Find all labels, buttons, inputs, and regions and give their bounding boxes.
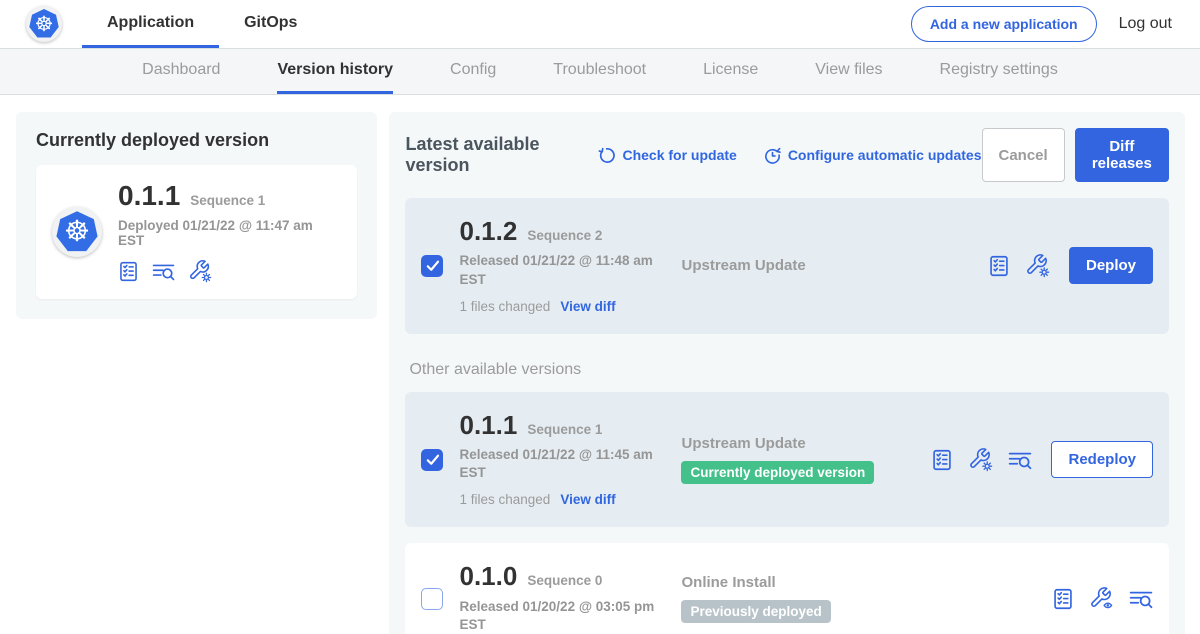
kubernetes-wheel-icon: ☸ [56, 211, 98, 253]
deployed-version-number: 0.1.1 [118, 181, 180, 210]
currently-deployed-title: Currently deployed version [36, 130, 357, 151]
version-checkbox[interactable] [421, 449, 443, 471]
check-for-update-link[interactable]: Check for update [597, 146, 736, 165]
preflight-checks-icon[interactable] [988, 255, 1010, 277]
version-card-0-1-1: 0.1.1 Sequence 1 Released 01/21/22 @ 11:… [405, 392, 1169, 528]
released-timestamp: Released 01/20/22 @ 03:05 pm EST [459, 598, 655, 634]
currently-deployed-panel: Currently deployed version ☸ 0.1.1 Seque… [16, 112, 377, 319]
config-view-icon[interactable] [1089, 586, 1114, 611]
config-gear-icon[interactable] [1025, 253, 1050, 278]
version-number: 0.1.2 [459, 218, 517, 245]
sequence-label: Sequence 0 [527, 573, 602, 588]
kubernetes-wheel-icon: ☸ [29, 9, 59, 39]
version-checkbox[interactable] [421, 255, 443, 277]
preflight-checks-icon[interactable] [1052, 588, 1074, 610]
subnav-license[interactable]: License [703, 49, 758, 94]
config-gear-icon[interactable] [968, 447, 993, 472]
subnav-troubleshoot[interactable]: Troubleshoot [553, 49, 646, 94]
deploy-button[interactable]: Deploy [1069, 247, 1153, 284]
view-logs-icon[interactable] [1129, 589, 1153, 609]
kubernetes-logo: ☸ [26, 6, 62, 42]
view-diff-link[interactable]: View diff [560, 492, 615, 507]
app-logo: ☸ [52, 207, 102, 257]
version-source-label: Upstream Update [681, 435, 931, 452]
cancel-button[interactable]: Cancel [982, 128, 1065, 182]
released-timestamp: Released 01/21/22 @ 11:45 am EST [459, 446, 655, 482]
currently-deployed-badge: Currently deployed version [681, 461, 874, 484]
preflight-checks-icon[interactable] [931, 449, 953, 471]
view-diff-link[interactable]: View diff [560, 299, 615, 314]
version-card-0-1-2: 0.1.2 Sequence 2 Released 01/21/22 @ 11:… [405, 198, 1169, 334]
add-new-application-button[interactable]: Add a new application [911, 6, 1097, 42]
configure-auto-updates-label: Configure automatic updates [788, 147, 982, 163]
logout-link[interactable]: Log out [1119, 15, 1172, 33]
sequence-label: Sequence 2 [527, 228, 602, 243]
sequence-label: Sequence 1 [527, 422, 602, 437]
refresh-icon [597, 146, 616, 165]
check-for-update-label: Check for update [622, 147, 736, 163]
deployed-sequence-label: Sequence 1 [190, 193, 265, 208]
view-logs-icon[interactable] [1008, 450, 1032, 470]
config-gear-icon[interactable] [188, 259, 212, 283]
version-number: 0.1.1 [459, 412, 517, 439]
app-subnav: Dashboard Version history Config Trouble… [0, 48, 1200, 95]
other-versions-title: Other available versions [409, 361, 1169, 379]
diff-releases-button[interactable]: Diff releases [1075, 128, 1169, 182]
top-bar: ☸ Application GitOps Add a new applicati… [0, 0, 1200, 48]
check-icon [424, 451, 441, 468]
subnav-view-files[interactable]: View files [815, 49, 882, 94]
top-tabs: Application GitOps [82, 0, 322, 48]
view-logs-icon[interactable] [152, 262, 175, 281]
redeploy-button[interactable]: Redeploy [1051, 441, 1153, 478]
subnav-registry-settings[interactable]: Registry settings [940, 49, 1058, 94]
subnav-config[interactable]: Config [450, 49, 496, 94]
version-card-0-1-0: 0.1.0 Sequence 0 Released 01/20/22 @ 03:… [405, 543, 1169, 634]
version-source-label: Upstream Update [681, 257, 931, 274]
previously-deployed-badge: Previously deployed [681, 600, 830, 623]
deployed-version-card: ☸ 0.1.1 Sequence 1 Deployed 01/21/22 @ 1… [36, 165, 357, 299]
preflight-checks-icon[interactable] [118, 261, 139, 282]
subnav-dashboard[interactable]: Dashboard [142, 49, 220, 94]
tab-application[interactable]: Application [82, 0, 219, 48]
version-source-label: Online Install [681, 574, 931, 591]
released-timestamp: Released 01/21/22 @ 11:48 am EST [459, 252, 655, 288]
clock-refresh-icon [763, 146, 782, 165]
files-changed-label: 1 files changed [459, 492, 550, 507]
available-versions-panel: Latest available version Check for updat… [389, 112, 1185, 634]
version-checkbox[interactable] [421, 588, 443, 610]
version-number: 0.1.0 [459, 563, 517, 590]
latest-available-title: Latest available version [405, 134, 581, 176]
check-icon [424, 257, 441, 274]
subnav-version-history[interactable]: Version history [277, 49, 393, 94]
tab-gitops[interactable]: GitOps [219, 0, 322, 48]
configure-auto-updates-link[interactable]: Configure automatic updates [763, 146, 982, 165]
files-changed-label: 1 files changed [459, 299, 550, 314]
deployed-timestamp: Deployed 01/21/22 @ 11:47 am EST [118, 218, 341, 248]
